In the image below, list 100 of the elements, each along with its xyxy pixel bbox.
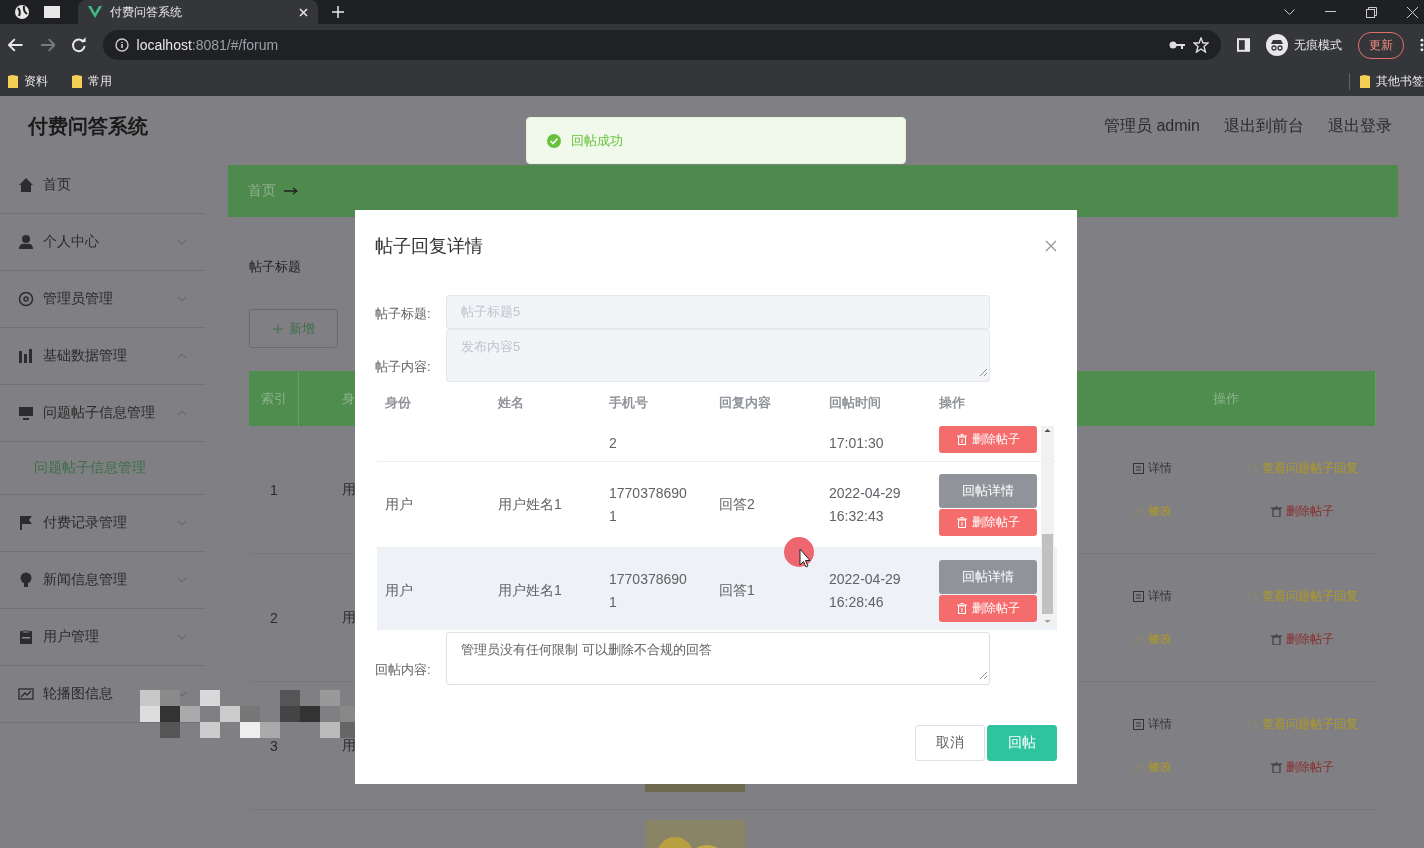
resize-handle-icon: [980, 369, 987, 376]
table-cell: 2: [270, 609, 278, 626]
reply-button[interactable]: 回帖: [987, 725, 1057, 761]
detail-button[interactable]: 回帖详情: [939, 473, 1037, 508]
table-cell: 回答1: [719, 582, 755, 598]
document-icon: [1132, 590, 1144, 602]
browser-tab[interactable]: 付费问答系统: [78, 0, 318, 24]
column-header: 姓名: [497, 394, 525, 412]
pencil-icon: [1132, 761, 1144, 773]
folder-icon: [8, 74, 18, 88]
delete-button[interactable]: 删除帖子: [939, 426, 1037, 453]
table-cell: 用户姓名1: [498, 496, 562, 512]
address-bar[interactable]: localhost:8081/#/forum: [102, 30, 1221, 60]
detail-button[interactable]: 回帖详情: [939, 559, 1037, 594]
chart-frame-icon: [18, 686, 34, 702]
sidebar-item[interactable]: 个人中心: [0, 214, 205, 271]
scrollbar-drawing[interactable]: [1041, 426, 1054, 626]
monitor-icon: [18, 405, 34, 421]
action-link[interactable]: 删除帖子: [1227, 758, 1377, 776]
table-cell: 用: [342, 480, 356, 499]
delete-button[interactable]: 删除帖子: [939, 594, 1037, 622]
toast-message: 回帖成功: [571, 131, 623, 150]
close-icon[interactable]: [299, 7, 308, 17]
app-title: 付费问答系统: [28, 114, 148, 139]
reload-icon[interactable]: [71, 37, 87, 53]
table-cell: 用户姓名1: [498, 582, 562, 598]
action-link[interactable]: 删除帖子: [1227, 502, 1377, 520]
table-cell-text: 17703786901: [609, 483, 688, 526]
table-cell: 3: [270, 737, 278, 754]
table-cell: 1: [270, 481, 278, 498]
table-cell-text: 17:01:30: [829, 434, 885, 453]
document-icon: [1132, 718, 1144, 730]
trash-icon: [956, 602, 967, 614]
sidebar-item[interactable]: 新闻信息管理: [0, 552, 205, 609]
action-link[interactable]: 详情: [1077, 715, 1227, 733]
breadcrumb-link[interactable]: 首页: [248, 182, 276, 200]
dialog-title: 帖子回复详情: [375, 235, 483, 258]
delete-button[interactable]: 删除帖子: [939, 508, 1037, 536]
trash-icon: [1270, 633, 1282, 645]
sidebar-item[interactable]: 基础数据管理: [0, 328, 205, 385]
bar-chart-icon: [18, 348, 34, 364]
table-cell: 用: [342, 736, 356, 755]
new-tab-icon[interactable]: [332, 6, 344, 18]
back-icon[interactable]: [8, 38, 24, 52]
sidebar-item[interactable]: 用户管理: [0, 609, 205, 666]
column-header: 索引: [249, 371, 299, 426]
home-icon: [18, 177, 34, 193]
minimize-icon[interactable]: [1325, 11, 1336, 13]
bookmark[interactable]: 资料: [24, 72, 48, 90]
folder-icon: [72, 74, 82, 88]
pencil-icon: [1132, 633, 1144, 645]
column-header: 操作: [938, 394, 966, 412]
cancel-button[interactable]: 取消: [915, 725, 985, 761]
key-icon[interactable]: [1168, 40, 1185, 50]
update-button[interactable]: 更新: [1358, 31, 1405, 59]
table-cell: 用户: [385, 496, 413, 512]
action-link[interactable]: 详情: [1077, 587, 1227, 605]
menu-icon[interactable]: [1420, 38, 1424, 52]
close-icon[interactable]: [1407, 6, 1418, 18]
action-link[interactable]: 详情: [1077, 459, 1227, 477]
field-label: 帖子标题:: [375, 305, 432, 323]
chevron-down-icon[interactable]: [1284, 9, 1295, 15]
v-logo-icon: [88, 6, 102, 18]
globe-icon[interactable]: [14, 4, 30, 20]
trash-icon: [1270, 761, 1282, 773]
table-cell-text: 2022-04-29 16:28:46: [829, 569, 902, 612]
field-label: 回帖内容:: [375, 661, 432, 679]
bookmark[interactable]: 常用: [88, 72, 112, 90]
info-icon: [114, 38, 129, 52]
reply-field[interactable]: 管理员没有任何限制 可以删除不合规的回答: [446, 632, 990, 685]
close-button[interactable]: [1045, 240, 1057, 252]
flag-icon: [18, 515, 34, 531]
table-cell: 用: [342, 608, 356, 627]
sidebar-item[interactable]: 首页: [0, 157, 205, 214]
trash-icon: [956, 434, 967, 445]
header-link[interactable]: 管理员 admin: [1103, 116, 1200, 137]
search-label: 帖子标题: [249, 258, 301, 276]
table-cell: 回答2: [719, 496, 755, 512]
incognito-icon: [1266, 34, 1289, 56]
bookmark[interactable]: 其他书签: [1376, 72, 1424, 90]
mouse-cursor-icon: [784, 537, 816, 569]
plus-icon: [272, 323, 283, 334]
restore-icon[interactable]: [1366, 6, 1377, 18]
folder-icon: [1360, 74, 1370, 88]
table-cell: 用户: [385, 582, 413, 598]
document-icon: [1132, 462, 1144, 474]
forward-icon[interactable]: [39, 38, 56, 52]
side-panel-icon[interactable]: [1236, 38, 1251, 52]
sidebar-item[interactable]: 付费记录管理: [0, 495, 205, 552]
column-header: 回复内容: [718, 394, 772, 412]
action-link[interactable]: 删除帖子: [1227, 630, 1377, 648]
header-link[interactable]: 退出到前台: [1224, 116, 1304, 137]
profile-label[interactable]: 无痕模式: [1294, 36, 1343, 54]
resize-handle-icon: [980, 672, 987, 679]
sidebar-item[interactable]: 管理员管理: [0, 271, 205, 328]
sidebar-item[interactable]: 问题帖子信息管理: [0, 385, 205, 442]
header-link[interactable]: 退出登录: [1328, 116, 1392, 137]
bulb-icon: [18, 572, 34, 588]
trash-icon: [956, 516, 967, 528]
star-icon[interactable]: [1192, 37, 1209, 53]
